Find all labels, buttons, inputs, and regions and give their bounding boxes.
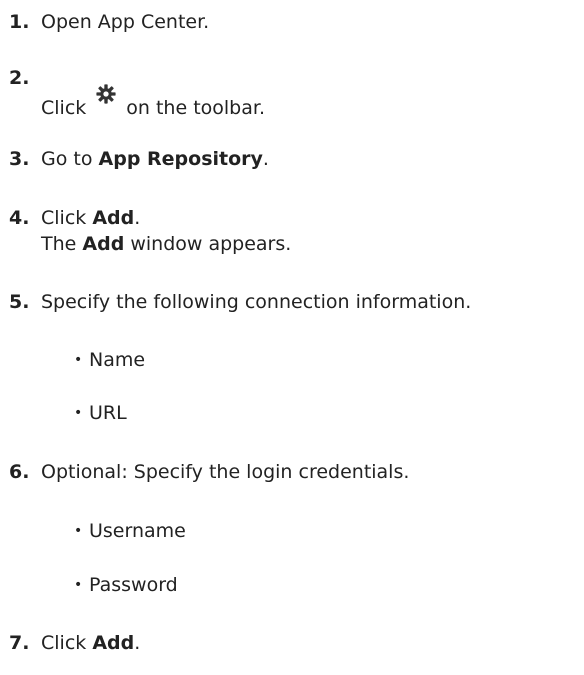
- step-result-text-end: window appears.: [124, 233, 292, 255]
- ui-term-add: Add: [92, 632, 135, 654]
- ui-term-add: Add: [92, 207, 135, 229]
- step-number: 5.: [9, 291, 30, 313]
- step-1: 1. Open App Center.: [9, 9, 584, 35]
- step-text: Click: [41, 207, 93, 229]
- step-text-end: .: [134, 632, 141, 654]
- step-2: 2. Click on the toolbar.: [9, 67, 584, 121]
- list-item-text: URL: [89, 402, 127, 424]
- step-number: 2.: [9, 67, 30, 89]
- ui-term-app-repository: App Repository: [98, 148, 263, 170]
- step-number: 6.: [9, 461, 30, 483]
- step-5: 5. Specify the following connection info…: [9, 289, 584, 315]
- step-6: 6. Optional: Specify the login credentia…: [9, 459, 584, 485]
- list-item-text: Username: [89, 520, 186, 542]
- bullet: •: [74, 352, 83, 368]
- step-3: 3. Go to App Repository.: [9, 146, 584, 172]
- step-text-end: .: [262, 148, 269, 170]
- list-item-name: • Name: [9, 347, 145, 373]
- step-text-after-icon: on the toolbar.: [126, 97, 265, 119]
- bullet: •: [74, 577, 83, 593]
- step-number: 1.: [9, 11, 30, 33]
- step-number: 4.: [9, 207, 30, 229]
- step-4: 4. Click Add. The Add window appears.: [9, 205, 584, 257]
- step-result-text: The: [41, 233, 83, 255]
- step-7: 7. Click Add.: [9, 630, 584, 656]
- ui-term-add-window: Add: [82, 233, 125, 255]
- list-item-url: • URL: [9, 400, 127, 426]
- step-text: Click: [41, 632, 93, 654]
- step-text: Click: [41, 97, 87, 119]
- list-item-password: • Password: [9, 572, 178, 598]
- bullet: •: [74, 405, 83, 421]
- step-text: Open App Center.: [41, 11, 210, 33]
- step-text: Go to: [41, 148, 99, 170]
- list-item-text: Password: [89, 574, 178, 596]
- step-text: Optional: Specify the login credentials.: [41, 461, 410, 483]
- gear-icon: [96, 84, 116, 104]
- step-text-end: .: [134, 207, 141, 229]
- step-number: 3.: [9, 148, 30, 170]
- step-number: 7.: [9, 632, 30, 654]
- list-item-text: Name: [89, 349, 146, 371]
- bullet: •: [74, 523, 83, 539]
- list-item-username: • Username: [9, 518, 186, 544]
- step-text: Specify the following connection informa…: [41, 291, 472, 313]
